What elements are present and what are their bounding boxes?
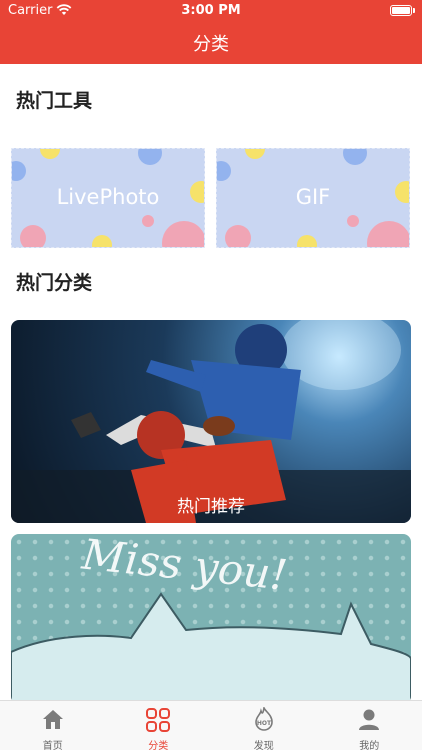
page-title: 分类 [193,34,229,55]
tab-discover[interactable]: HOT 发现 [211,701,317,750]
decor-dot [142,215,154,227]
svg-text:Miss you!: Miss you! [79,534,290,600]
decor-dot [138,149,162,165]
gif-tool-card[interactable]: GIF [216,148,410,248]
tab-label: 发现 [253,741,274,750]
decor-dot [367,221,409,247]
status-bar: Carrier 3:00 PM [0,0,422,22]
navigation-header: Carrier 3:00 PM 分类 [0,0,422,64]
tab-profile[interactable]: 我的 [317,701,422,750]
grid-icon [145,707,171,737]
decor-dot [225,225,251,247]
cat-illustration-image: Miss you! [11,534,411,704]
battery-icon [390,5,412,16]
hot-icon: HOT [252,705,276,735]
profile-icon [357,707,381,735]
decor-dot [92,235,112,247]
hot-categories-title: 热门分类 [16,272,93,294]
decor-dot [20,225,46,247]
decor-dot [162,221,204,247]
hot-tools-title: 热门工具 [16,90,93,112]
tab-home[interactable]: 首页 [0,701,106,750]
tab-label: 分类 [148,741,169,750]
tab-bar: 首页 分类 HOT 发现 我的 [0,700,422,750]
category-card-cat[interactable]: Miss you! [11,534,411,704]
decor-dot [40,149,60,159]
home-icon [41,707,65,735]
battery-tip [413,8,415,13]
svg-text:HOT: HOT [257,720,272,727]
decor-dot [343,149,367,165]
tab-label: 我的 [359,741,380,750]
status-time: 3:00 PM [181,3,241,18]
decor-dot [12,161,26,181]
decor-dot [217,161,231,181]
category-label: 热门推荐 [177,497,245,517]
tab-category[interactable]: 分类 [106,701,212,750]
tab-label: 首页 [42,741,63,750]
decor-dot [347,215,359,227]
category-card-hot-recommend[interactable]: 热门推荐 [11,320,411,523]
livephoto-tool-label: LivePhoto [56,185,160,209]
livephoto-tool-card[interactable]: LivePhoto [11,148,205,248]
decor-dot [297,235,317,247]
gif-tool-label: GIF [295,185,331,209]
decor-dot [245,149,265,159]
